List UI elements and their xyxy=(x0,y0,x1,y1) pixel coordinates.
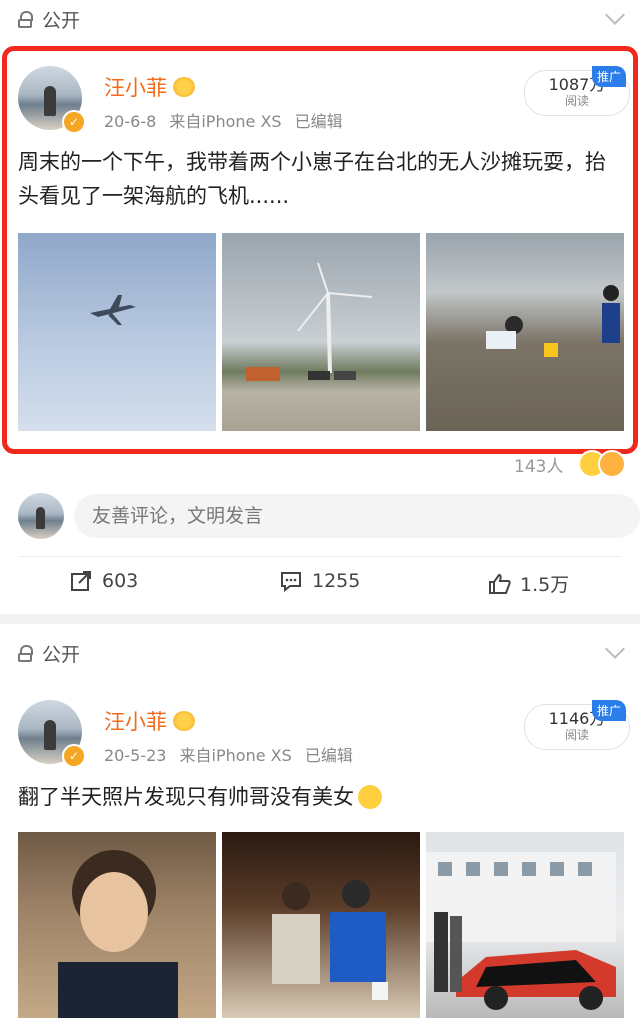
username[interactable]: 汪小菲 xyxy=(104,72,167,102)
photo-child[interactable] xyxy=(18,832,216,1018)
post1-visibility[interactable]: 公开 xyxy=(18,6,80,33)
laugh-emoji-icon xyxy=(358,785,382,809)
likes-count[interactable]: 143人 xyxy=(514,452,563,477)
share-button[interactable]: 603 xyxy=(70,570,138,592)
chevron-down-icon[interactable] xyxy=(605,639,625,659)
post-text: 翻了半天照片发现只有帅哥没有美女 xyxy=(18,785,354,809)
comment-button[interactable]: 1255 xyxy=(280,570,361,593)
post-divider xyxy=(0,614,640,624)
read-label: 阅读 xyxy=(564,94,589,108)
photo-jet-interior[interactable] xyxy=(222,832,420,1018)
username[interactable]: 汪小菲 xyxy=(104,706,167,736)
photo-airplane[interactable] xyxy=(18,233,216,431)
comment-count: 1255 xyxy=(312,570,361,592)
post-source: 来自iPhone XS xyxy=(179,746,292,765)
verified-icon: ✓ xyxy=(62,110,86,134)
post-date: 20-6-8 xyxy=(104,112,157,131)
comment-input[interactable]: 友善评论，文明发言 xyxy=(74,494,640,538)
like-button[interactable]: 1.5万 xyxy=(488,570,569,597)
photo-supercar[interactable] xyxy=(426,832,624,1018)
like-count: 1.5万 xyxy=(520,574,570,596)
visibility-label: 公开 xyxy=(42,644,81,666)
clap-emoji-icon xyxy=(598,450,626,478)
photo-windmill[interactable] xyxy=(222,233,420,431)
visibility-label: 公开 xyxy=(42,10,81,32)
photo-kids-beach[interactable] xyxy=(426,233,624,431)
separator xyxy=(18,556,622,557)
post-source: 来自iPhone XS xyxy=(169,112,282,131)
read-label: 阅读 xyxy=(564,728,589,742)
promo-badge[interactable]: 推广 xyxy=(592,66,627,87)
post2-visibility[interactable]: 公开 xyxy=(18,640,80,667)
my-avatar[interactable] xyxy=(18,493,64,539)
comment-icon xyxy=(280,570,302,593)
promo-badge[interactable]: 推广 xyxy=(592,700,627,721)
lock-icon xyxy=(18,644,34,663)
chevron-down-icon[interactable] xyxy=(605,5,625,25)
edited-label: 已编辑 xyxy=(294,112,343,131)
share-count: 603 xyxy=(102,570,139,592)
edited-label: 已编辑 xyxy=(304,746,353,765)
post-text: 周末的一个下午，我带着两个小崽子在台北的无人沙摊玩耍，抬头看见了一架海航的飞机.… xyxy=(18,150,606,208)
verified-icon: ✓ xyxy=(62,744,86,768)
lock-icon xyxy=(18,10,34,29)
crown-icon xyxy=(173,711,195,731)
like-icon xyxy=(488,573,511,595)
post-date: 20-5-23 xyxy=(104,746,167,765)
crown-icon xyxy=(173,77,195,97)
share-icon xyxy=(70,570,92,592)
